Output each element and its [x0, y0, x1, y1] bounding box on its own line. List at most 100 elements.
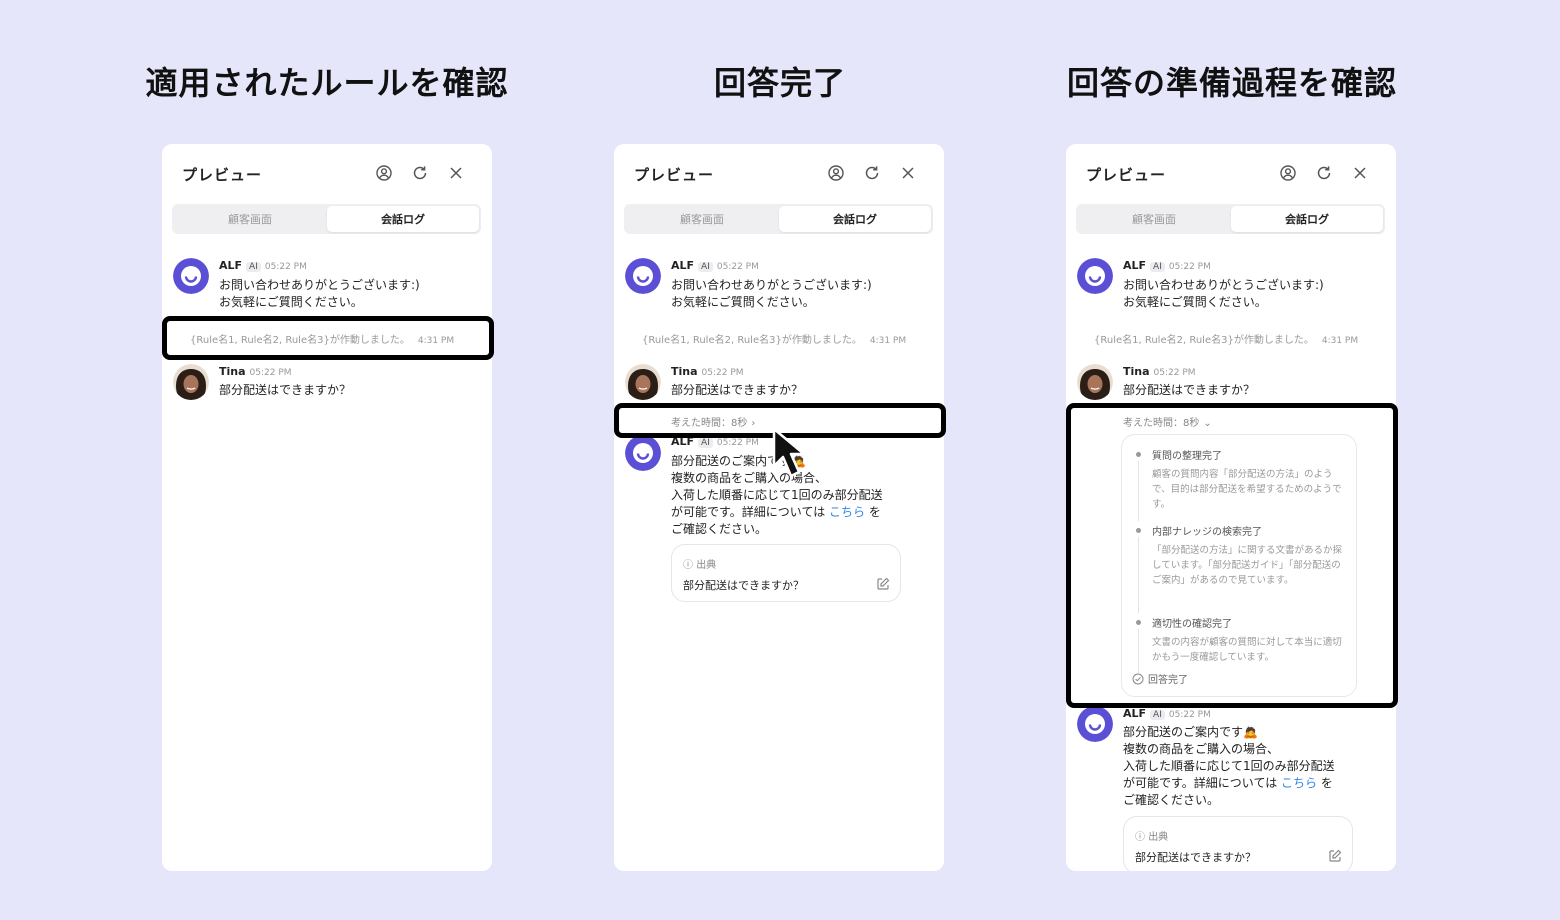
- answer-text: を: [1317, 776, 1333, 790]
- alf-message-header: ALF AI 05:22 PM: [671, 259, 759, 272]
- message-time: 05:22 PM: [1153, 368, 1196, 378]
- answer-line: 複数の商品をご購入の場合、: [1123, 742, 1280, 756]
- message-time: 05:22 PM: [249, 368, 292, 378]
- tab-customer-view[interactable]: 顧客画面: [1078, 206, 1230, 232]
- answer-line: 部分配送のご案内です🙇: [1123, 725, 1258, 739]
- user-circle-icon[interactable]: [1279, 164, 1297, 182]
- tina-avatar: [625, 364, 661, 400]
- sender-name: ALF: [219, 259, 243, 272]
- tab-conversation-log[interactable]: 会話ログ: [779, 206, 931, 232]
- refresh-icon[interactable]: [1315, 164, 1333, 182]
- sender-name: ALF: [1123, 707, 1147, 720]
- rule-text: {Rule名1, Rule名2, Rule名3}が作動しました。: [1094, 335, 1314, 346]
- tab-conversation-log[interactable]: 会話ログ: [327, 206, 479, 232]
- greeting-line: お気軽にご質問ください。: [219, 295, 363, 309]
- alf-greeting-message: お問い合わせありがとうございます:) お気軽にご質問ください。: [219, 277, 420, 311]
- answer-line: 入荷した順番に応じて1回のみ部分配送: [671, 488, 883, 502]
- panel-title: プレビュー: [1086, 166, 1167, 184]
- alf-answer-message: 部分配送のご案内です🙇 複数の商品をご購入の場合、 入荷した順番に応じて1回のみ…: [1123, 724, 1335, 809]
- answer-text: が可能です。詳細については: [1123, 776, 1282, 790]
- panel-title: プレビュー: [182, 166, 263, 184]
- section-title-answer-complete: 回答完了: [713, 64, 846, 102]
- edit-icon[interactable]: [876, 577, 890, 591]
- ai-badge: AI: [1150, 262, 1165, 272]
- rule-time: 4:31 PM: [1321, 336, 1359, 346]
- user-circle-icon[interactable]: [375, 164, 393, 182]
- tina-avatar: [1077, 364, 1113, 400]
- view-tabs: 顧客画面 会話ログ: [1076, 204, 1385, 234]
- sender-name: Tina: [219, 365, 246, 378]
- panel-title: プレビュー: [634, 166, 715, 184]
- ai-badge: AI: [698, 262, 713, 272]
- info-icon: ⓘ: [1135, 832, 1145, 843]
- source-text: 部分配送はできますか？: [683, 579, 804, 592]
- sender-name: Tina: [1123, 365, 1150, 378]
- rule-activated-notice: {Rule名1, Rule名2, Rule名3}が作動しました。 4:31 PM: [1094, 331, 1358, 346]
- source-label: ⓘ 出典: [1135, 828, 1168, 843]
- message-time: 05:22 PM: [264, 262, 307, 272]
- view-tabs: 顧客画面 会話ログ: [172, 204, 481, 234]
- highlight-thinking-steps: [1066, 403, 1398, 708]
- alf-avatar: [625, 435, 661, 471]
- alf-avatar: [1077, 258, 1113, 294]
- info-icon: ⓘ: [683, 560, 693, 571]
- sender-name: Tina: [671, 365, 698, 378]
- ai-badge: AI: [246, 262, 261, 272]
- tina-message-header: Tina 05:22 PM: [671, 365, 744, 378]
- answer-line: ご確認ください。: [671, 522, 768, 536]
- alf-avatar: [1077, 706, 1113, 742]
- edit-icon[interactable]: [1328, 849, 1342, 863]
- tina-message-header: Tina 05:22 PM: [219, 365, 292, 378]
- greeting-line: お問い合わせありがとうございます:): [219, 278, 420, 292]
- answer-line: 入荷した順番に応じて1回のみ部分配送: [1123, 759, 1335, 773]
- close-icon[interactable]: [899, 164, 917, 182]
- ai-badge: AI: [698, 438, 713, 448]
- tab-customer-view[interactable]: 顧客画面: [174, 206, 326, 232]
- user-circle-icon[interactable]: [827, 164, 845, 182]
- message-time: 05:22 PM: [1168, 262, 1211, 272]
- refresh-icon[interactable]: [863, 164, 881, 182]
- answer-line: が可能です。詳細については こちら を: [1123, 775, 1335, 792]
- source-card[interactable]: ⓘ 出典 部分配送はできますか？: [671, 544, 901, 602]
- tina-message: 部分配送はできますか？: [671, 383, 804, 397]
- alf-message-header: ALF AI 05:22 PM: [1123, 259, 1211, 272]
- tab-customer-view[interactable]: 顧客画面: [626, 206, 778, 232]
- close-icon[interactable]: [1351, 164, 1369, 182]
- greeting-line: お気軽にご質問ください。: [671, 295, 815, 309]
- tina-message: 部分配送はできますか？: [219, 383, 352, 397]
- close-icon[interactable]: [447, 164, 465, 182]
- section-title-preparation-process: 回答の準備過程を確認: [1066, 64, 1397, 102]
- answer-line: ご確認ください。: [1123, 793, 1220, 807]
- answer-text: が可能です。詳細については: [671, 505, 830, 519]
- alf-avatar: [173, 258, 209, 294]
- source-label: ⓘ 出典: [683, 556, 716, 571]
- alf-message-header: ALF AI 05:22 PM: [1123, 707, 1211, 720]
- message-time: 05:22 PM: [716, 438, 759, 448]
- alf-avatar: [625, 258, 661, 294]
- tina-message: 部分配送はできますか？: [1123, 383, 1256, 397]
- message-time: 05:22 PM: [716, 262, 759, 272]
- rule-time: 4:31 PM: [869, 336, 907, 346]
- rule-activated-notice: {Rule名1, Rule名2, Rule名3}が作動しました。 4:31 PM: [642, 331, 906, 346]
- greeting-line: お気軽にご質問ください。: [1123, 295, 1267, 309]
- preview-panel-2: プレビュー 顧客画面 会話ログ ALF AI 05:22 PM お問い合わせありがと…: [614, 144, 944, 871]
- source-label-text: 出典: [1148, 832, 1169, 843]
- section-title-applied-rules: 適用されたルールを確認: [145, 64, 509, 102]
- tina-message-header: Tina 05:22 PM: [1123, 365, 1196, 378]
- details-link[interactable]: こちら: [829, 505, 865, 519]
- refresh-icon[interactable]: [411, 164, 429, 182]
- rule-text: {Rule名1, Rule名2, Rule名3}が作動しました。: [642, 335, 862, 346]
- tina-avatar: [173, 364, 209, 400]
- sender-name: ALF: [671, 259, 695, 272]
- highlight-rule-notice: [162, 316, 494, 360]
- answer-line: が可能です。詳細については こちら を: [671, 504, 883, 521]
- cursor-arrow-icon: [770, 426, 818, 480]
- preview-panel-1: プレビュー 顧客画面 会話ログ ALF AI 05:22 PM お問い合わせありがと…: [162, 144, 492, 871]
- message-time: 05:22 PM: [1168, 710, 1211, 720]
- tab-conversation-log[interactable]: 会話ログ: [1231, 206, 1383, 232]
- details-link[interactable]: こちら: [1281, 776, 1317, 790]
- alf-message-header: ALF AI 05:22 PM: [219, 259, 307, 272]
- answer-text: を: [865, 505, 881, 519]
- source-card[interactable]: ⓘ 出典 部分配送はできますか？: [1123, 816, 1353, 871]
- source-text: 部分配送はできますか？: [1135, 851, 1256, 864]
